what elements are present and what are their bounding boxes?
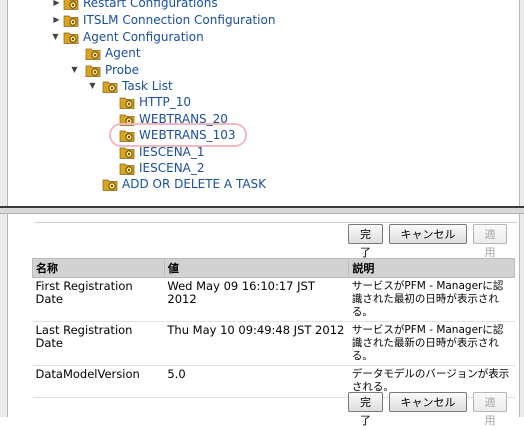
folder-gear-icon: [63, 29, 79, 45]
expand-arrow-icon[interactable]: ▶: [52, 15, 61, 24]
table-header-row: 名称 値 説明: [32, 258, 515, 278]
folder-gear-icon: [63, 0, 79, 11]
separator-line: [34, 222, 518, 223]
tree-item-label[interactable]: ADD OR DELETE A TASK: [122, 176, 266, 192]
expand-arrow-icon[interactable]: ▶: [52, 0, 61, 7]
folder-gear-icon: [119, 127, 135, 143]
folder-gear-icon: [119, 94, 135, 110]
tree-item-label[interactable]: Agent Configuration: [83, 29, 204, 45]
finish-button[interactable]: 完了: [348, 224, 383, 259]
apply-button[interactable]: 適用: [473, 224, 507, 259]
column-header-description: 説明: [348, 258, 515, 278]
folder-gear-icon: [85, 45, 101, 61]
cancel-button-bottom[interactable]: キャンセル: [389, 392, 467, 412]
folder-gear-icon: [85, 62, 101, 78]
properties-table: 名称 値 説明 First Registration Date Wed May …: [32, 258, 515, 398]
column-header-name: 名称: [32, 258, 165, 278]
folder-gear-icon: [63, 12, 79, 28]
property-value: Thu May 10 09:49:48 JST 2012: [164, 321, 349, 366]
table-row: Last Registration Date Thu May 10 09:49:…: [32, 321, 515, 366]
property-description: サービスがPFM - Managerに認識された最新の日時が表示される。: [348, 321, 515, 366]
folder-gear-icon: [102, 176, 118, 192]
property-name: Last Registration Date: [32, 321, 165, 366]
tree-item-label[interactable]: ITSLM Connection Configuration: [83, 12, 275, 28]
table-row: First Registration Date Wed May 09 16:10…: [32, 277, 515, 322]
property-name: First Registration Date: [32, 277, 165, 322]
property-name: DataModelVersion: [32, 365, 165, 398]
tree-item-label[interactable]: Restart Configurations: [83, 0, 218, 11]
tree-pane[interactable]: ▶ Restart Configurations ▶ ITSLM Connect…: [7, 0, 519, 206]
finish-button-bottom[interactable]: 完了: [348, 392, 383, 427]
folder-gear-icon: [102, 78, 118, 94]
pane-splitter[interactable]: [0, 206, 524, 214]
tree-item-label[interactable]: WEBTRANS_103: [139, 127, 236, 143]
column-header-value: 値: [163, 258, 350, 278]
folder-gear-icon: [119, 160, 135, 176]
property-value: 5.0: [164, 365, 349, 398]
cancel-button[interactable]: キャンセル: [389, 224, 467, 244]
tree-item-label[interactable]: Task List: [122, 78, 173, 94]
tree-item-label[interactable]: Probe: [105, 62, 139, 78]
folder-gear-icon: [119, 144, 135, 160]
tree-item-label[interactable]: Agent: [105, 45, 141, 61]
collapse-arrow-icon[interactable]: ▼: [70, 65, 79, 74]
collapse-arrow-icon[interactable]: ▼: [51, 32, 60, 41]
property-description: サービスがPFM - Managerに認識された最初の日時が表示される。: [348, 277, 515, 322]
collapse-arrow-icon[interactable]: ▼: [88, 81, 97, 90]
tree-item-label[interactable]: IESCENA_2: [139, 160, 205, 176]
detail-pane: 完了 キャンセル 適用 名称 値 説明 First Registration D…: [7, 214, 519, 427]
tree-item-label[interactable]: HTTP_10: [139, 94, 191, 110]
tree-item-label[interactable]: IESCENA_1: [139, 144, 205, 160]
property-value: Wed May 09 16:10:17 JST 2012: [164, 277, 349, 322]
apply-button-bottom[interactable]: 適用: [473, 392, 507, 427]
